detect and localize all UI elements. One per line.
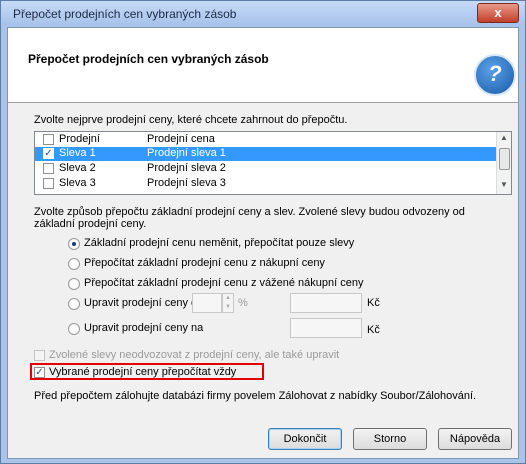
close-icon: x [494, 5, 502, 20]
cancel-button[interactable]: Storno [353, 428, 427, 450]
option-from-purchase-radio[interactable] [68, 258, 80, 270]
row-code: Sleva 3 [59, 177, 96, 189]
method-instruction-line2: základní prodejní ceny. [34, 218, 147, 230]
percent-stepper[interactable]: ▲ ▼ [222, 293, 234, 313]
row-code: Sleva 2 [59, 162, 96, 174]
percent-unit: % [238, 297, 248, 309]
scroll-thumb[interactable] [499, 148, 510, 170]
price-list-header: Prodejní Prodejní cena [35, 133, 497, 147]
row-checkbox[interactable]: ✓ [43, 148, 54, 159]
scroll-up-icon[interactable]: ▲ [497, 133, 511, 145]
currency-unit-2: Kč [367, 324, 380, 336]
title-bar[interactable]: Přepočet prodejních cen vybraných zásob … [1, 1, 525, 26]
help-circle-icon: ? [474, 54, 516, 96]
window-title: Přepočet prodejních cen vybraných zásob [13, 7, 237, 21]
option-keep-base-label[interactable]: Základní prodejní cenu neměnit, přepočít… [84, 237, 354, 249]
method-instruction-line1: Zvolte způsob přepočtu základní prodejní… [34, 206, 465, 218]
always-recalc-label[interactable]: Vybrané prodejní ceny přepočítat vždy [49, 366, 236, 378]
dialog-window: Přepočet prodejních cen vybraných zásob … [0, 0, 526, 464]
option-adjust-by-label[interactable]: Upravit prodejní ceny o [84, 297, 197, 309]
adjust-amount-input[interactable] [290, 293, 362, 313]
adjust-to-amount-input[interactable] [290, 318, 362, 338]
currency-unit: Kč [367, 297, 380, 309]
header-checkbox[interactable] [43, 134, 54, 145]
dont-derive-checkbox[interactable] [34, 350, 45, 361]
price-list[interactable]: Prodejní Prodejní cena ✓ Sleva 1 Prodejn… [34, 131, 512, 195]
option-adjust-to-label[interactable]: Upravit prodejní ceny na [84, 322, 203, 334]
list-item[interactable]: ✓ Sleva 1 Prodejní sleva 1 [35, 147, 497, 161]
backup-note: Před přepočtem zálohujte databázi firmy … [34, 390, 477, 402]
stepper-down-icon[interactable]: ▼ [223, 303, 233, 312]
select-prices-instruction: Zvolte nejprve prodejní ceny, které chce… [34, 114, 348, 126]
stepper-up-icon[interactable]: ▲ [223, 294, 233, 303]
list-item[interactable]: Sleva 3 Prodejní sleva 3 [35, 177, 497, 191]
always-recalc-checkbox[interactable]: ✓ [34, 367, 45, 378]
page-title: Přepočet prodejních cen vybraných zásob [28, 52, 269, 66]
row-checkbox[interactable] [43, 163, 54, 174]
close-button[interactable]: x [477, 3, 519, 23]
scroll-down-icon[interactable]: ▼ [497, 180, 511, 192]
column-header-code[interactable]: Prodejní [59, 133, 100, 145]
finish-button[interactable]: Dokončit [268, 428, 342, 450]
dont-derive-label[interactable]: Zvolené slevy neodvozovat z prodejní cen… [49, 349, 339, 361]
help-button[interactable]: Nápověda [438, 428, 512, 450]
dialog-client: Přepočet prodejních cen vybraných zásob … [7, 27, 519, 459]
option-keep-base-radio[interactable] [68, 238, 80, 250]
wizard-header: Přepočet prodejních cen vybraných zásob … [8, 28, 518, 103]
row-name: Prodejní sleva 1 [147, 147, 226, 159]
option-adjust-by-radio[interactable] [68, 298, 80, 310]
option-from-weighted-label[interactable]: Přepočítat základní prodejní cenu z váže… [84, 277, 363, 289]
option-adjust-to-radio[interactable] [68, 323, 80, 335]
list-item[interactable]: Sleva 2 Prodejní sleva 2 [35, 162, 497, 176]
option-from-purchase-label[interactable]: Přepočítat základní prodejní cenu z náku… [84, 257, 325, 269]
row-name: Prodejní sleva 2 [147, 162, 226, 174]
row-name: Prodejní sleva 3 [147, 177, 226, 189]
row-checkbox[interactable] [43, 178, 54, 189]
column-header-name[interactable]: Prodejní cena [147, 133, 215, 145]
row-code: Sleva 1 [59, 147, 96, 159]
list-scrollbar[interactable]: ▲ ▼ [496, 132, 511, 194]
adjust-percent-input[interactable] [192, 293, 222, 313]
option-from-weighted-radio[interactable] [68, 278, 80, 290]
